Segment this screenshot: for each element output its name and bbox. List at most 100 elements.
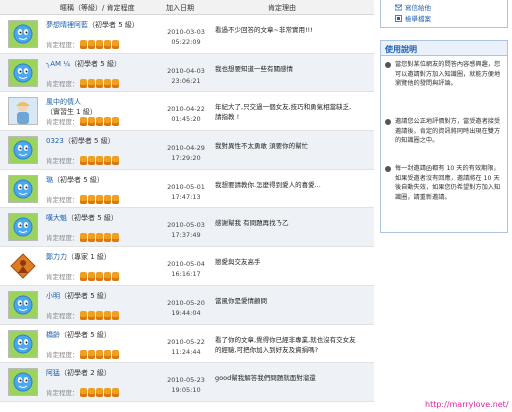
table-row: 嘆大魁（初學者 5 級） 肯定程度： 2010-05-03 17:37:49 感謝幫我 … xyxy=(0,208,374,248)
join-date-time: 17:29:20 xyxy=(171,154,201,163)
rating-label: 肯定程度： xyxy=(46,195,79,204)
rating-star-icon xyxy=(95,156,103,166)
user-name-link[interactable]: 0323 xyxy=(46,137,64,145)
rating: 肯定程度： xyxy=(46,155,119,166)
rating: 肯定程度： xyxy=(46,39,119,49)
rating-star-icon xyxy=(95,40,103,49)
avatar[interactable] xyxy=(8,20,38,48)
rating-star-icon xyxy=(103,117,111,127)
rating-star-icon xyxy=(111,388,119,398)
avatar[interactable] xyxy=(8,174,38,203)
report-icon xyxy=(395,15,402,22)
join-date-time: 17:37:49 xyxy=(171,231,201,240)
rating: 肯定程度： xyxy=(46,349,119,359)
rating-label: 肯定程度： xyxy=(46,350,79,359)
rating-star-icon xyxy=(87,233,95,243)
user-level: （初學者 5 級） xyxy=(60,330,111,339)
bullet-icon xyxy=(385,62,391,68)
user-name-link[interactable]: 夢想晴裡阿藍 xyxy=(46,21,88,29)
user-name-link[interactable]: 嘆大魁 xyxy=(46,214,67,222)
table-row: 璐（初學者 5 級） 肯定程度： 2010-05-01 17:47:13 我想要請教你.… xyxy=(0,170,374,209)
rating-star-icon xyxy=(103,156,111,166)
user-name-link[interactable]: ╮AM ¼ xyxy=(46,60,70,68)
user-level: （初學者 2 級） xyxy=(60,369,111,378)
reason-text: 戀愛與交友高手 xyxy=(215,258,261,267)
avatar[interactable] xyxy=(8,252,38,281)
rating-star-icon xyxy=(111,194,119,204)
avatar[interactable] xyxy=(8,58,38,87)
table-row: 夢想晴裡阿藍（初學者 5 級） 肯定程度： 2010-03-03 05:22:09 看過… xyxy=(0,15,374,54)
avatar[interactable] xyxy=(8,368,38,397)
rating-star-icon xyxy=(111,349,119,359)
rating-star-icon xyxy=(111,78,119,88)
rating-star-icon xyxy=(79,156,87,166)
rating-star-icon xyxy=(95,388,103,398)
join-date: 2010-05-04 16:16:17 xyxy=(160,259,212,279)
rating-star-icon xyxy=(87,117,95,127)
help-panel: 使用說明 當您對某位網友的問答內容感興趣，您可以邀請對方加入知識圈，就能方便地瀏… xyxy=(380,40,508,233)
bullet-icon xyxy=(385,166,391,172)
table-row: 阿猛（初學者 2 級） 肯定程度： 2010-05-23 19:05:10 good幫我… xyxy=(0,363,374,402)
rating-star-icon xyxy=(87,388,95,398)
join-date: 2010-05-22 11:24:44 xyxy=(160,337,212,357)
avatar[interactable] xyxy=(8,213,38,242)
join-date-time: 11:24:44 xyxy=(171,347,201,356)
rating: 肯定程度： xyxy=(46,232,119,243)
user-name-link[interactable]: 小明 xyxy=(46,292,60,300)
rating: 肯定程度： xyxy=(46,194,119,204)
report-link[interactable]: 檢舉檔案 xyxy=(395,13,431,23)
join-date: 2010-05-20 19:44:04 xyxy=(160,298,212,318)
reason-text: 我想要請教你.怎麼得到愛人的喜愛... xyxy=(215,180,321,189)
avatar[interactable] xyxy=(8,136,38,165)
join-date-time: 01:45:20 xyxy=(171,115,201,124)
user-info: 鄭力力（專家 1 級） xyxy=(46,252,111,262)
user-info: 0323（初學者 5 級） xyxy=(46,136,115,146)
user-name-link[interactable]: 橋齡 xyxy=(46,331,60,339)
user-level: （初學者 5 級） xyxy=(70,59,121,68)
join-date-time: 23:06:21 xyxy=(171,76,201,85)
avatar[interactable] xyxy=(8,97,38,126)
user-name-link[interactable]: 璐 xyxy=(46,176,53,184)
bullet-icon xyxy=(385,119,391,125)
reason-text: 我也想要知道一些有關感情 xyxy=(215,64,293,73)
user-name-link[interactable]: 阿猛 xyxy=(46,369,60,377)
rating-label: 肯定程度： xyxy=(46,79,79,88)
join-date-day: 2010-05-23 xyxy=(167,376,205,385)
join-date-day: 2010-05-20 xyxy=(167,298,205,307)
rating-star-icon xyxy=(79,233,87,243)
rating-star-icon xyxy=(103,310,111,320)
user-info: 橋齡（初學者 5 級） xyxy=(46,330,111,340)
rating: 肯定程度： xyxy=(46,78,119,88)
join-date-time: 19:05:10 xyxy=(171,386,201,395)
join-date-time: 17:47:13 xyxy=(171,192,201,201)
table-row: 橋齡（初學者 5 級） 肯定程度： 2010-05-22 11:24:44 看了你的文章… xyxy=(0,325,374,364)
user-info: 夢想晴裡阿藍（初學者 5 級） xyxy=(46,20,139,30)
rating-star-icon xyxy=(79,194,87,204)
rating-star-icon xyxy=(103,233,111,243)
rating-star-icon xyxy=(111,40,119,49)
send-mail-link[interactable]: 寫信給他 xyxy=(394,2,431,12)
help-item: 每一封邀請函都有 10 天的有效期限，如果受邀者沒有回應，邀請將在 10 天後自… xyxy=(385,164,503,202)
join-date-day: 2010-05-22 xyxy=(167,337,205,346)
rating-star-icon xyxy=(103,78,111,88)
user-level: （初學者 5 級） xyxy=(53,175,104,184)
help-item: 當您對某位網友的問答內容感興趣，您可以邀請對方加入知識圈，就能方便地瀏覽他的發問… xyxy=(385,60,503,89)
rating: 肯定程度： xyxy=(46,271,119,282)
rating-star-icon xyxy=(95,78,103,88)
avatar[interactable] xyxy=(8,329,38,358)
reason-text: 看了你的文章,覺得你已經非專業,就也沒有交女友 的經驗,可把你加入到好友及資捐嗎… xyxy=(215,335,356,354)
rating-star-icon xyxy=(79,117,87,127)
join-date: 2010-05-23 19:05:10 xyxy=(160,375,212,395)
rating-label: 肯定程度： xyxy=(46,118,79,127)
avatar[interactable] xyxy=(8,290,38,319)
user-name-link[interactable]: 鄭力力 xyxy=(46,253,67,261)
rating-star-icon xyxy=(79,272,87,282)
user-info: ╮AM ¼（初學者 5 級） xyxy=(46,59,121,69)
rating-star-icon xyxy=(95,233,103,243)
friends-table: 暱稱（等級）/ 肯定程度 加入日期 肯定理由 夢想晴裡阿藍（初學者 5 級） 肯定… xyxy=(0,0,374,412)
table-row: 風中的情人 （實習生 1 級） 肯定程度： 2010-04-22 01:45:20 年紀大… xyxy=(0,92,374,132)
user-name-link[interactable]: 風中的情人 xyxy=(46,98,81,106)
user-level: （初學者 5 級） xyxy=(67,214,118,223)
rating-label: 肯定程度： xyxy=(46,273,79,282)
user-level: （初學者 5 級） xyxy=(88,21,139,29)
